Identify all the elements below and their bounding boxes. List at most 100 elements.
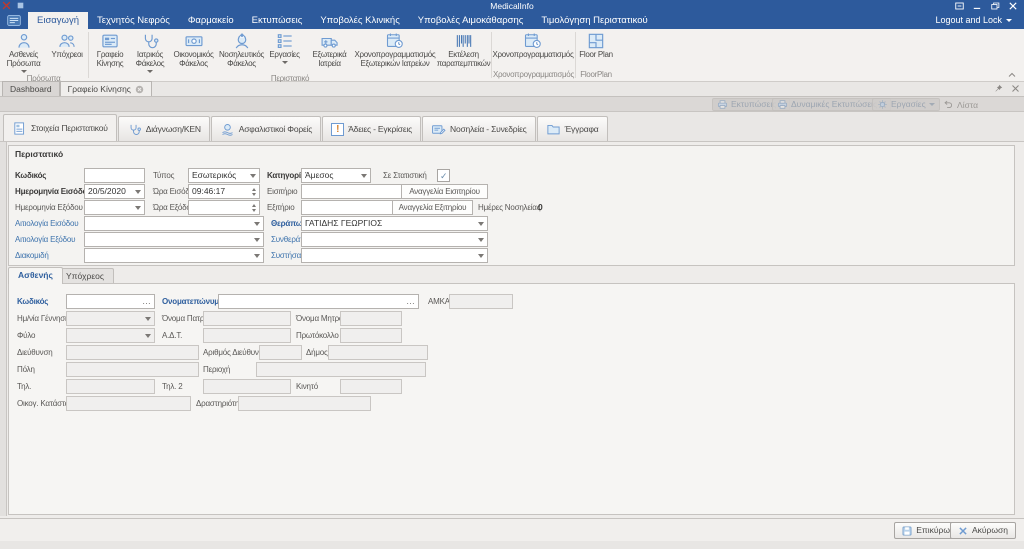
- menu-tab-ypovoles-aimokatharsis[interactable]: Υποβολές Αιμοκάθαρσης: [409, 12, 533, 29]
- ambulance-icon: [320, 31, 340, 51]
- amka-input[interactable]: [449, 294, 513, 309]
- close-button[interactable]: [1004, 0, 1022, 12]
- close-pane-icon[interactable]: [1011, 84, 1020, 93]
- activity-input[interactable]: [238, 396, 371, 411]
- back-to-list-button[interactable]: Λίστα: [943, 98, 978, 111]
- tasks-button[interactable]: Εργασίες: [872, 98, 940, 111]
- code-input[interactable]: [84, 168, 145, 183]
- discharge-date-picker[interactable]: [84, 200, 145, 215]
- tab-stoixeia-peristatikou[interactable]: Στοιχεία Περιστατικού: [3, 114, 117, 141]
- municipality-input[interactable]: [328, 345, 428, 360]
- ribbon-button-ektelesi-parapemptikon[interactable]: Εκτέλεση παραπεμπτικών: [437, 30, 490, 70]
- tab-eggrafa[interactable]: Έγγραφα: [537, 116, 608, 141]
- chevron-down-icon: [478, 222, 484, 226]
- menu-tab-eisagogi[interactable]: Εισαγωγή: [28, 12, 88, 29]
- transfer-label[interactable]: Διακομιδή: [15, 248, 49, 263]
- window-style-button[interactable]: [950, 0, 968, 12]
- tab-adeies-egkriseis[interactable]: Άδειες - Εγκρίσεις: [322, 116, 421, 141]
- admission-time-spinner[interactable]: 09:46:17: [188, 184, 260, 199]
- tab-asfalistikoi-foreis[interactable]: Ασφαλιστικοί Φορείς: [211, 116, 321, 141]
- chevron-down-icon: [21, 70, 27, 73]
- restore-button[interactable]: [986, 0, 1004, 12]
- chevron-down-icon: [145, 317, 151, 321]
- ribbon-button-ergasies[interactable]: Εργασίες: [266, 30, 303, 65]
- father-name-input[interactable]: [203, 311, 291, 326]
- discharge-reason-label[interactable]: Αιτιολογία Εξόδου: [15, 232, 75, 247]
- ribbon-button-oikonomikos-fakelos[interactable]: Οικονομικός Φάκελος: [170, 30, 217, 70]
- admission-reason-label[interactable]: Αιτιολογία Εισόδου: [15, 216, 78, 231]
- ribbon-button-floor-plan[interactable]: Floor Plan: [577, 30, 615, 61]
- discharge-date-label: Ημερομηνία Εξόδου: [15, 200, 83, 215]
- attending-dropdown[interactable]: ΓΑΤΙΔΗΣ ΓΕΩΡΓΙΟΣ: [301, 216, 488, 231]
- referrer-dropdown[interactable]: [301, 248, 488, 263]
- phone-input[interactable]: [66, 379, 155, 394]
- close-tab-icon[interactable]: [135, 85, 144, 94]
- fullname-input[interactable]: [218, 294, 419, 309]
- patient-code-input[interactable]: [66, 294, 155, 309]
- statistic-label: Σε Στατιστική: [383, 168, 427, 183]
- ribbon-group-peristatiko: Γραφείο Κίνησης Ιατρικός Φάκελος Οικονομ…: [90, 29, 490, 81]
- ribbon-button-exoterika-iatreia[interactable]: Εξωτερικά Ιατρεία: [306, 30, 353, 70]
- menu-tab-timologisi[interactable]: Τιμολόγηση Περιστατικού: [532, 12, 656, 29]
- pin-icon[interactable]: [994, 84, 1003, 93]
- admission-notice-button[interactable]: Αναγγελία Εισιτηρίου: [401, 184, 488, 199]
- ribbon-button-nosileftikos-fakelos[interactable]: Νοσηλευτικός Φάκελος: [217, 30, 266, 70]
- menu-tab-ypovoles-klinikis[interactable]: Υποβολές Κλινικής: [311, 12, 408, 29]
- tab-dashboard[interactable]: Dashboard: [2, 81, 60, 96]
- admission-reason-dropdown[interactable]: [84, 216, 264, 231]
- discharge-reason-dropdown[interactable]: [84, 232, 264, 247]
- ribbon-button-xronoprogrammatismos[interactable]: Χρονοπρογραμματισμός: [493, 30, 573, 61]
- ribbon-button-ypoxreoi[interactable]: Υπόχρεοι: [47, 30, 87, 61]
- protocol-input[interactable]: [340, 328, 402, 343]
- admission-ticket-input[interactable]: [301, 184, 402, 199]
- floorplan-icon: [586, 31, 606, 51]
- menu-tab-ektyposeis[interactable]: Εκτυπώσεις: [243, 12, 312, 29]
- area-input[interactable]: [256, 362, 426, 377]
- transfer-dropdown[interactable]: [84, 248, 264, 263]
- gender-dropdown[interactable]: [66, 328, 155, 343]
- co-attending-dropdown[interactable]: [301, 232, 488, 247]
- mother-name-input[interactable]: [340, 311, 402, 326]
- tab-ypoxreos[interactable]: Υπόχρεος: [56, 268, 114, 284]
- address-input[interactable]: [66, 345, 199, 360]
- code-label: Κωδικός: [15, 168, 46, 183]
- address-no-input[interactable]: [259, 345, 302, 360]
- birthdate-dropdown[interactable]: [66, 311, 155, 326]
- admission-date-picker[interactable]: 20/5/2020: [84, 184, 145, 199]
- collapsed-side-panel[interactable]: [0, 142, 7, 516]
- marital-status-input[interactable]: [66, 396, 191, 411]
- exclamation-icon: [331, 123, 344, 136]
- file-menu-button[interactable]: [0, 12, 28, 29]
- city-input[interactable]: [66, 362, 199, 377]
- ribbon-button-astheneis-prosopa[interactable]: Ασθενείς Πρόσωπα: [0, 30, 47, 74]
- menu-tab-farmakeio[interactable]: Φαρμακείο: [179, 12, 243, 29]
- minimize-button[interactable]: [968, 0, 986, 12]
- ribbon-button-iatrikos-fakelos[interactable]: Ιατρικός Φάκελος: [130, 30, 170, 74]
- discharge-ticket-input[interactable]: [301, 200, 393, 215]
- idcard-input[interactable]: [203, 328, 291, 343]
- discharge-notice-button[interactable]: Αναγγελία Εξιτηρίου: [392, 200, 473, 215]
- mobile-input[interactable]: [340, 379, 402, 394]
- patient-code-label[interactable]: Κωδικός: [17, 294, 48, 309]
- ribbon-button-xrono-exoterikon-iatreion[interactable]: Χρονοπρογραμματισμός Εξωτερικών Ιατρείων: [353, 30, 437, 70]
- tab-grafeio-kinisis[interactable]: Γραφείο Κίνησης: [60, 81, 152, 96]
- statistic-checkbox[interactable]: [437, 169, 450, 182]
- phone2-input[interactable]: [203, 379, 291, 394]
- municipality-label: Δήμος: [306, 345, 328, 360]
- discharge-ticket-label: Εξιτήριο: [267, 200, 294, 215]
- category-dropdown[interactable]: Άμεσος: [301, 168, 371, 183]
- chevron-down-icon: [254, 238, 260, 242]
- type-dropdown[interactable]: Εσωτερικός: [188, 168, 260, 183]
- fullname-label[interactable]: Ονοματεπώνυμο: [162, 294, 224, 309]
- cancel-button[interactable]: Ακύρωση: [950, 522, 1016, 539]
- ribbon-button-grafeio-kinisis[interactable]: Γραφείο Κίνησης: [90, 30, 130, 70]
- tab-nosileia-synedries[interactable]: Νοσηλεία - Συνεδρίες: [422, 116, 536, 141]
- barcode-icon: [454, 31, 474, 51]
- discharge-time-spinner[interactable]: [188, 200, 260, 215]
- tab-diagnosi-ken[interactable]: Διάγνωση/ΚΕΝ: [118, 116, 210, 141]
- referrer-label[interactable]: Συστήσας: [271, 248, 305, 263]
- menu-tab-texnitos-nefros[interactable]: Τεχνητός Νεφρός: [88, 12, 179, 29]
- collapse-ribbon-icon[interactable]: [1008, 72, 1016, 78]
- logout-and-lock-button[interactable]: Logout and Lock: [935, 12, 1024, 29]
- tab-asthenis[interactable]: Ασθενής: [8, 267, 63, 284]
